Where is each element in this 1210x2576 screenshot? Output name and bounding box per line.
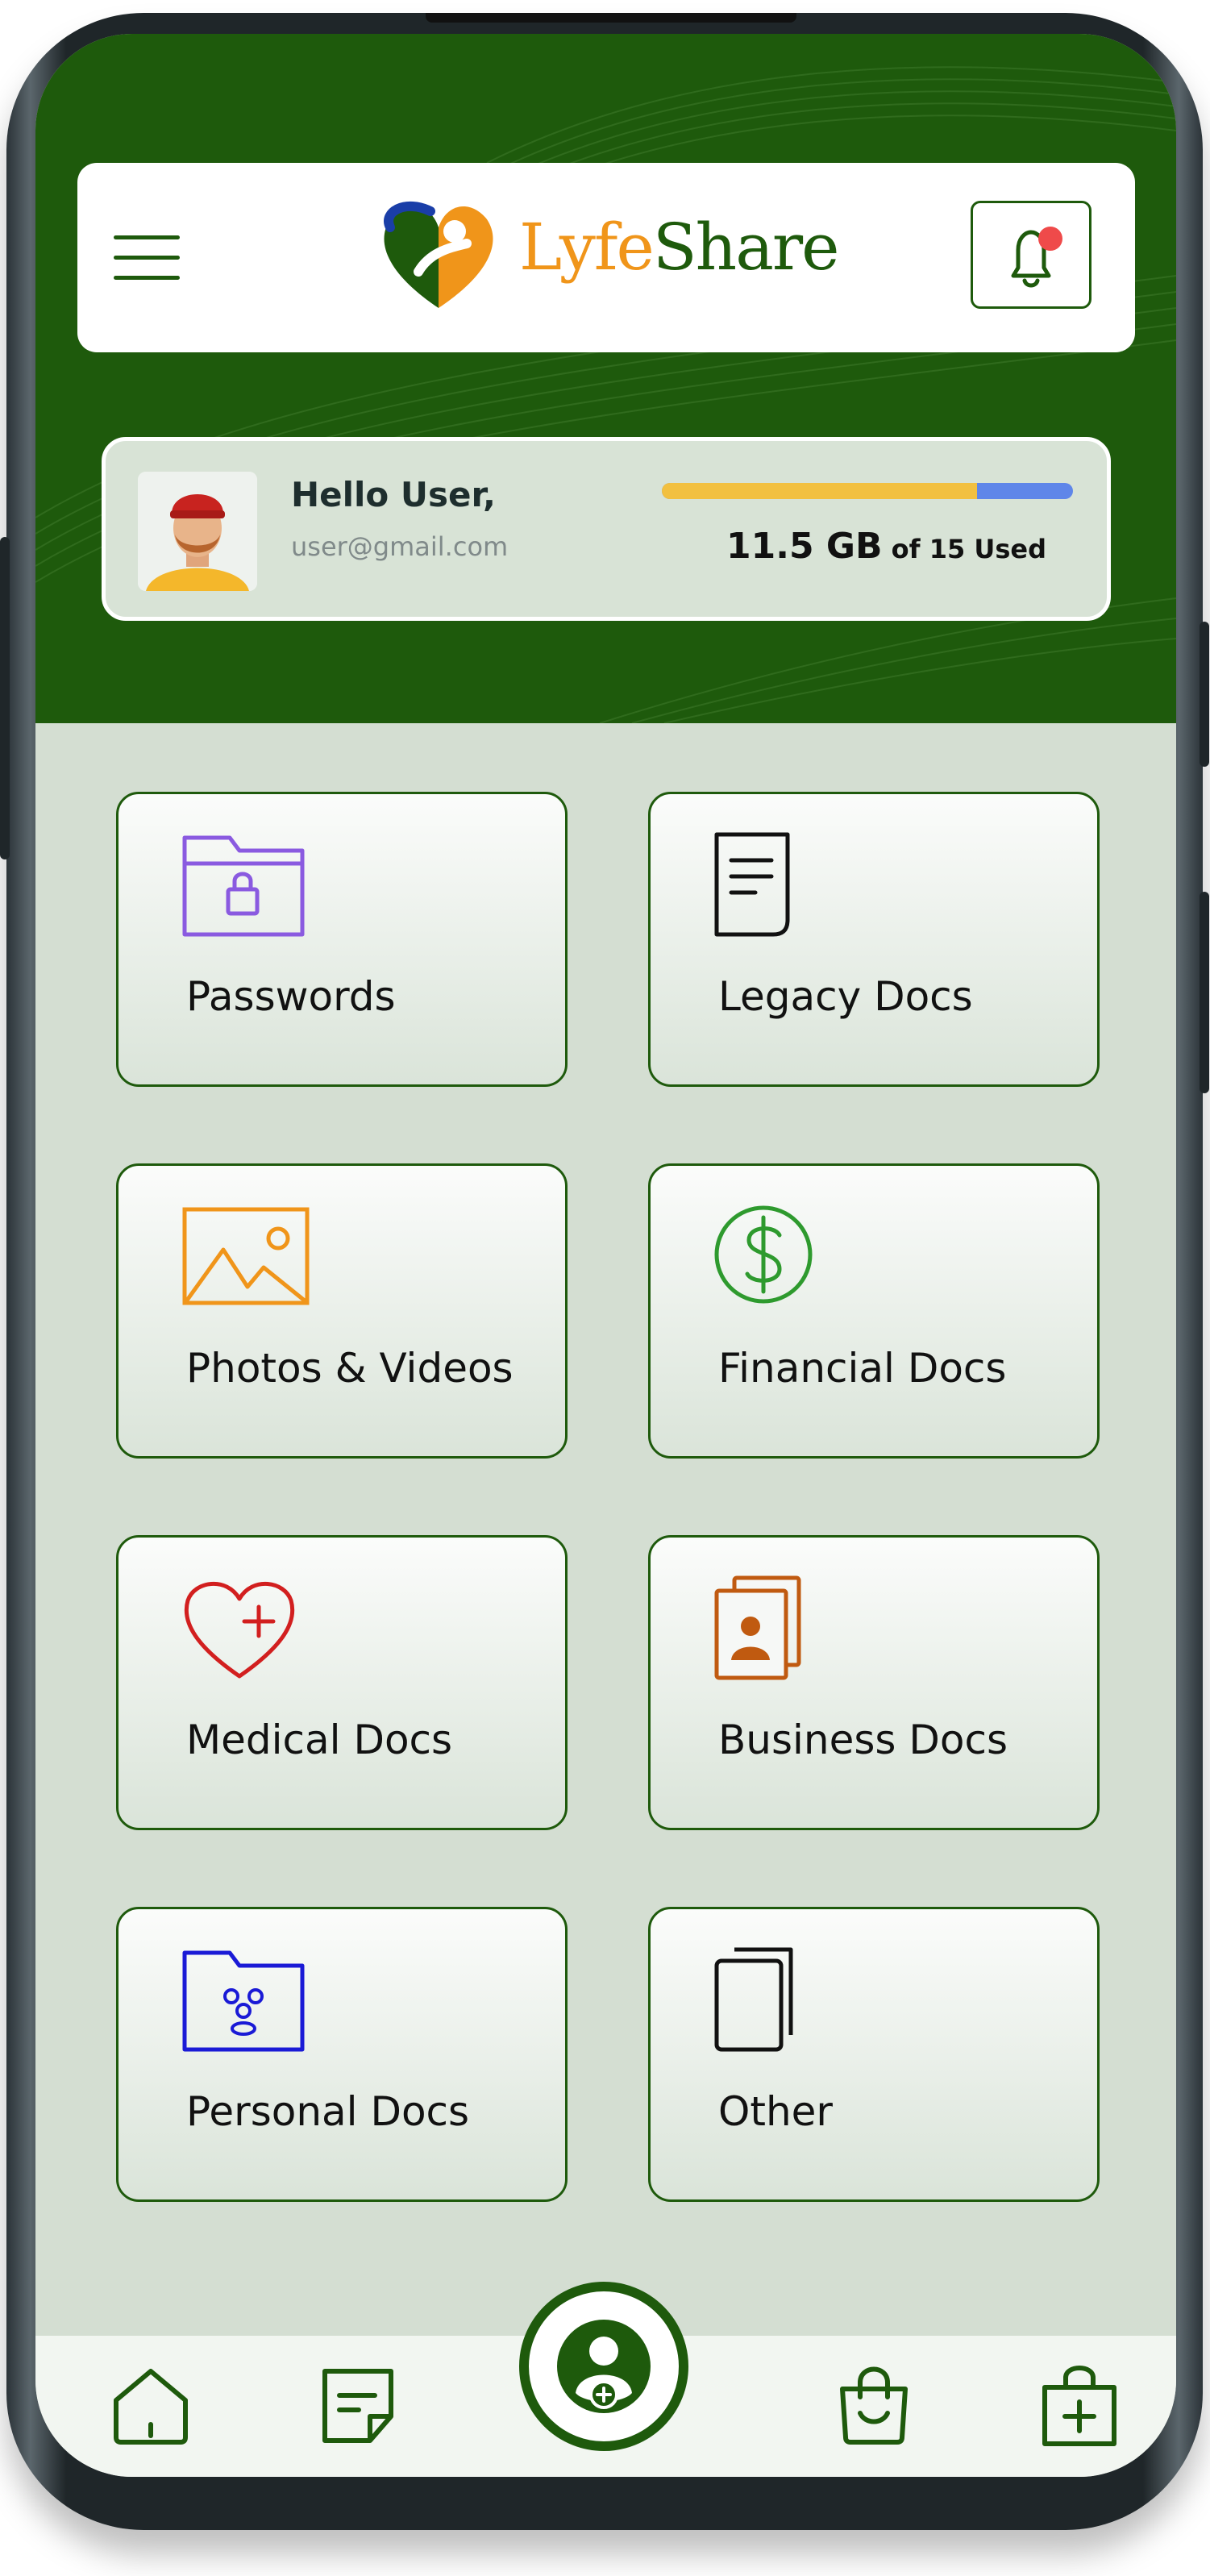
tile-photos-videos[interactable]: Photos & Videos bbox=[116, 1163, 568, 1459]
document-icon bbox=[714, 832, 790, 937]
tile-passwords[interactable]: Passwords bbox=[116, 792, 568, 1087]
heart-plus-icon bbox=[184, 1582, 295, 1679]
storage-progress-fill bbox=[662, 483, 978, 499]
avatar bbox=[138, 472, 257, 591]
tile-legacy-docs[interactable]: Legacy Docs bbox=[648, 792, 1100, 1087]
tile-label: Passwords bbox=[186, 973, 396, 1020]
hamburger-line bbox=[114, 256, 180, 260]
notes-icon[interactable] bbox=[314, 2360, 402, 2449]
dollar-icon bbox=[714, 1205, 813, 1304]
shopping-bag-icon[interactable] bbox=[830, 2360, 918, 2449]
hamburger-line bbox=[114, 276, 180, 280]
storage-used-suffix: of 15 Used bbox=[882, 534, 1047, 564]
people-folder-icon bbox=[182, 1950, 305, 2052]
tile-label: Business Docs bbox=[718, 1717, 1008, 1763]
tile-label: Financial Docs bbox=[718, 1345, 1007, 1392]
greeting-text: Hello User, bbox=[291, 475, 496, 514]
user-email: user@gmail.com bbox=[291, 531, 509, 562]
tile-label: Personal Docs bbox=[186, 2088, 470, 2135]
bell-icon bbox=[1011, 227, 1062, 288]
side-button-right-upper bbox=[1200, 622, 1209, 767]
top-app-bar: LyfeShare bbox=[77, 163, 1135, 352]
locked-folder-icon bbox=[182, 835, 305, 937]
hamburger-menu-button[interactable] bbox=[114, 235, 180, 281]
side-button-right-lower bbox=[1200, 892, 1209, 1093]
id-cards-icon bbox=[714, 1575, 801, 1680]
tile-business-docs[interactable]: Business Docs bbox=[648, 1535, 1100, 1830]
storage-progress-bar bbox=[662, 483, 1073, 499]
medical-bag-icon[interactable] bbox=[1035, 2360, 1124, 2449]
stacked-pages-icon bbox=[714, 1947, 793, 2052]
storage-used-value: 11.5 GB bbox=[726, 526, 883, 567]
tile-personal-docs[interactable]: Personal Docs bbox=[116, 1907, 568, 2202]
image-icon bbox=[182, 1207, 310, 1305]
app-logo: LyfeShare bbox=[374, 195, 858, 316]
user-storage-card: Hello User, user@gmail.com 11.5 GB of 15… bbox=[102, 437, 1111, 621]
storage-used-text: 11.5 GB of 15 Used bbox=[726, 526, 1046, 567]
side-button-left bbox=[0, 537, 10, 859]
wordmark-part-lyfe: Lyfe bbox=[519, 210, 655, 285]
wordmark-part-share: Share bbox=[652, 210, 840, 285]
tile-label: Photos & Videos bbox=[186, 1345, 514, 1392]
speaker-notch bbox=[426, 13, 796, 23]
hamburger-icon bbox=[114, 235, 180, 239]
tile-medical-docs[interactable]: Medical Docs bbox=[116, 1535, 568, 1830]
home-icon[interactable] bbox=[106, 2360, 195, 2449]
notifications-button[interactable] bbox=[971, 201, 1091, 309]
tile-financial-docs[interactable]: Financial Docs bbox=[648, 1163, 1100, 1459]
profile-add-button[interactable] bbox=[519, 2282, 688, 2451]
tile-label: Other bbox=[718, 2088, 833, 2135]
app-wordmark: LyfeShare bbox=[519, 210, 840, 285]
logo-heart-icon bbox=[384, 201, 493, 308]
tile-label: Legacy Docs bbox=[718, 973, 973, 1020]
notification-dot bbox=[1038, 227, 1062, 251]
tile-other[interactable]: Other bbox=[648, 1907, 1100, 2202]
profile-add-icon bbox=[557, 2320, 651, 2413]
app-screen: LyfeShare Hello User, user@gmail.com 11.… bbox=[35, 34, 1176, 2477]
tile-label: Medical Docs bbox=[186, 1717, 453, 1763]
